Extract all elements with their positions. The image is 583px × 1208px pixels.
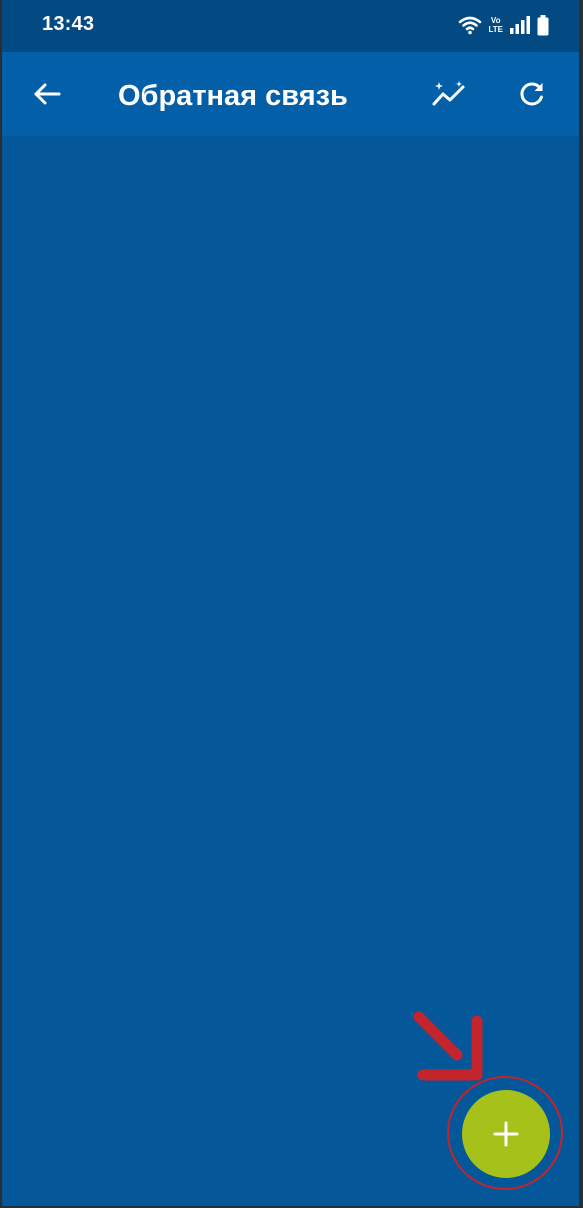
back-arrow-icon	[34, 83, 61, 105]
volte-bottom-label: LTE	[488, 25, 503, 34]
signal-icon	[510, 16, 530, 34]
page-title: Обратная связь	[118, 80, 348, 112]
refresh-button[interactable]	[508, 70, 556, 118]
volte-icon: Vo LTE	[488, 16, 503, 34]
chart-sparkle-icon	[432, 81, 465, 106]
feedback-list-area	[2, 136, 579, 1206]
app-bar: Обратная связь	[2, 52, 579, 136]
volte-top-label: Vo	[490, 16, 501, 25]
annotation-arrow-icon	[413, 1011, 483, 1081]
wifi-icon	[459, 16, 482, 35]
back-button[interactable]	[23, 70, 71, 118]
status-bar: 13:43 Vo LTE	[2, 0, 579, 52]
statistics-button[interactable]	[425, 70, 473, 118]
annotation-highlight-circle	[447, 1076, 563, 1190]
status-time: 13:43	[42, 13, 95, 35]
status-icons: Vo LTE	[458, 12, 549, 38]
battery-icon	[537, 14, 549, 35]
refresh-icon	[520, 82, 543, 106]
app-screen: 13:43 Vo LTE Обратная связь	[2, 0, 579, 1206]
